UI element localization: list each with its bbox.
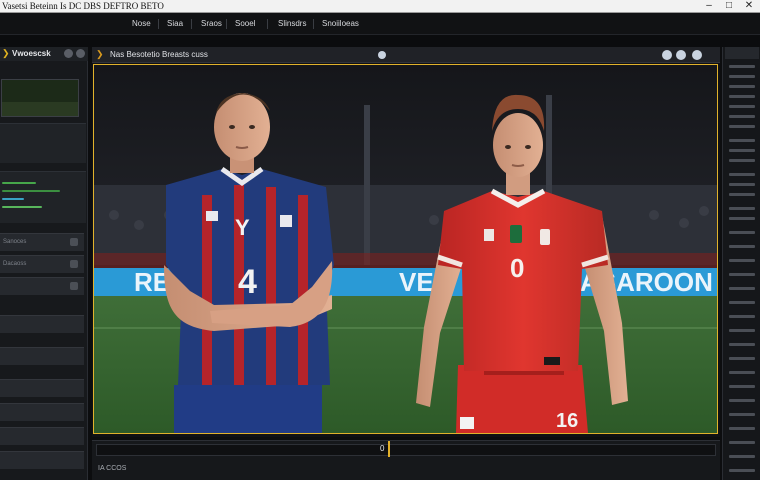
property-row[interactable] <box>729 441 755 444</box>
close-button[interactable]: ✕ <box>742 0 756 12</box>
property-row[interactable] <box>729 75 755 78</box>
menu-item-2[interactable]: Siaa <box>167 19 183 28</box>
chevron-icon[interactable]: ❯ <box>2 48 10 59</box>
right-panel-header <box>725 47 759 59</box>
timeline-panel: 0 IA CCOS <box>92 440 720 480</box>
property-row[interactable] <box>729 245 755 248</box>
pin-icon[interactable] <box>378 51 386 59</box>
playhead[interactable] <box>388 441 390 457</box>
menu-item-4[interactable]: Sooel <box>235 19 255 28</box>
menu-bar: Nose Siaa Sraos Sooel Slinsdrs Snoiiloea… <box>0 13 760 35</box>
timeline-track[interactable] <box>96 444 716 456</box>
property-row[interactable] <box>729 125 755 128</box>
maximize-button[interactable]: □ <box>722 0 736 12</box>
toggle-icon[interactable] <box>70 282 78 290</box>
video-frame[interactable]: RE VE ASAROON Y 4 16 0 <box>93 64 718 434</box>
sidebar-header: ❯ Vwoescsk <box>0 47 88 61</box>
property-row[interactable] <box>729 95 755 98</box>
property-row[interactable] <box>729 159 755 162</box>
property-row[interactable] <box>729 85 755 88</box>
chevron-icon[interactable]: ❯ <box>96 49 104 60</box>
sidebar-title: Vwoescsk <box>12 49 51 58</box>
sidebar-row[interactable] <box>0 451 84 469</box>
property-row[interactable] <box>729 65 755 68</box>
property-row[interactable] <box>729 469 755 472</box>
view-icon[interactable] <box>676 50 686 60</box>
property-row[interactable] <box>729 385 755 388</box>
property-row[interactable] <box>729 455 755 458</box>
audio-icon[interactable] <box>692 50 702 60</box>
title-bar: Vasetsi Beteinn Is DC DBS DEFTRO BETO – … <box>0 0 760 13</box>
property-row[interactable] <box>729 259 755 262</box>
viewport-header: ❯ Nas Besotetio Breasts cuss <box>92 47 720 63</box>
left-player-chest: Y <box>235 215 250 240</box>
property-row[interactable] <box>729 273 755 276</box>
property-row[interactable] <box>729 315 755 318</box>
viewport-title: Nas Besotetio Breasts cuss <box>110 50 208 59</box>
menu-item-3[interactable]: Sraos <box>201 19 222 28</box>
right-player-shorts: 16 <box>556 410 578 432</box>
sidebar-row[interactable] <box>0 403 84 421</box>
sidebar-row-label: Sanoces <box>3 239 27 245</box>
property-row[interactable] <box>729 357 755 360</box>
sidebar-row[interactable] <box>0 427 84 445</box>
property-row[interactable] <box>729 149 755 152</box>
sidebar-section <box>0 123 86 163</box>
property-row[interactable] <box>729 427 755 430</box>
match-scene: RE VE ASAROON Y 4 16 0 <box>94 65 717 433</box>
property-row[interactable] <box>729 105 755 108</box>
left-sidebar: ❯ Vwoescsk Sanoces Dacaoss <box>0 47 88 480</box>
property-row[interactable] <box>729 139 755 142</box>
layout-icon[interactable] <box>662 50 672 60</box>
toolbar-strip <box>0 35 760 47</box>
property-row[interactable] <box>729 193 755 196</box>
property-row[interactable] <box>729 329 755 332</box>
property-row[interactable] <box>729 399 755 402</box>
sidebar-row[interactable]: Dacaoss <box>0 255 84 273</box>
right-player-number: 0 <box>510 253 524 283</box>
meter-bar <box>2 206 42 208</box>
meter-bar <box>2 182 36 184</box>
property-row[interactable] <box>729 183 755 186</box>
property-row[interactable] <box>729 173 755 176</box>
meter-bar <box>2 190 60 192</box>
sidebar-row[interactable] <box>0 379 84 397</box>
menu-item-6[interactable]: Snoiiloeas <box>322 19 359 28</box>
sidebar-row[interactable]: Sanoces <box>0 233 84 251</box>
property-row[interactable] <box>729 287 755 290</box>
property-row[interactable] <box>729 301 755 304</box>
menu-item-1[interactable]: Nose <box>132 19 151 28</box>
sidebar-row[interactable] <box>0 347 84 365</box>
toggle-icon[interactable] <box>70 238 78 246</box>
sidebar-row[interactable] <box>0 315 84 333</box>
preview-viewport: ❯ Nas Besotetio Breasts cuss RE VE ASARO… <box>92 47 720 437</box>
meter-bar <box>2 198 24 200</box>
playhead-marker: 0 <box>380 444 385 453</box>
settings-icon[interactable] <box>76 49 85 58</box>
property-row[interactable] <box>729 207 755 210</box>
right-panel <box>722 47 760 480</box>
eye-icon[interactable] <box>64 49 73 58</box>
thumbnail-preview[interactable] <box>1 79 79 117</box>
toggle-icon[interactable] <box>70 260 78 268</box>
menu-item-5[interactable]: Slinsdrs <box>278 19 306 28</box>
timecode-display: IA CCOS <box>98 465 127 472</box>
property-row[interactable] <box>729 413 755 416</box>
property-row[interactable] <box>729 217 755 220</box>
property-row[interactable] <box>729 231 755 234</box>
minimize-button[interactable]: – <box>702 0 716 12</box>
sidebar-row-label: Dacaoss <box>3 261 27 267</box>
window-controls: – □ ✕ <box>702 0 756 12</box>
property-row[interactable] <box>729 343 755 346</box>
property-row[interactable] <box>729 115 755 118</box>
level-meters <box>0 171 86 223</box>
left-player-number: 4 <box>238 263 257 301</box>
sidebar-row[interactable] <box>0 277 84 295</box>
banner-text-mid: VE <box>399 267 434 297</box>
window-title: Vasetsi Beteinn Is DC DBS DEFTRO BETO <box>2 1 164 11</box>
property-row[interactable] <box>729 371 755 374</box>
